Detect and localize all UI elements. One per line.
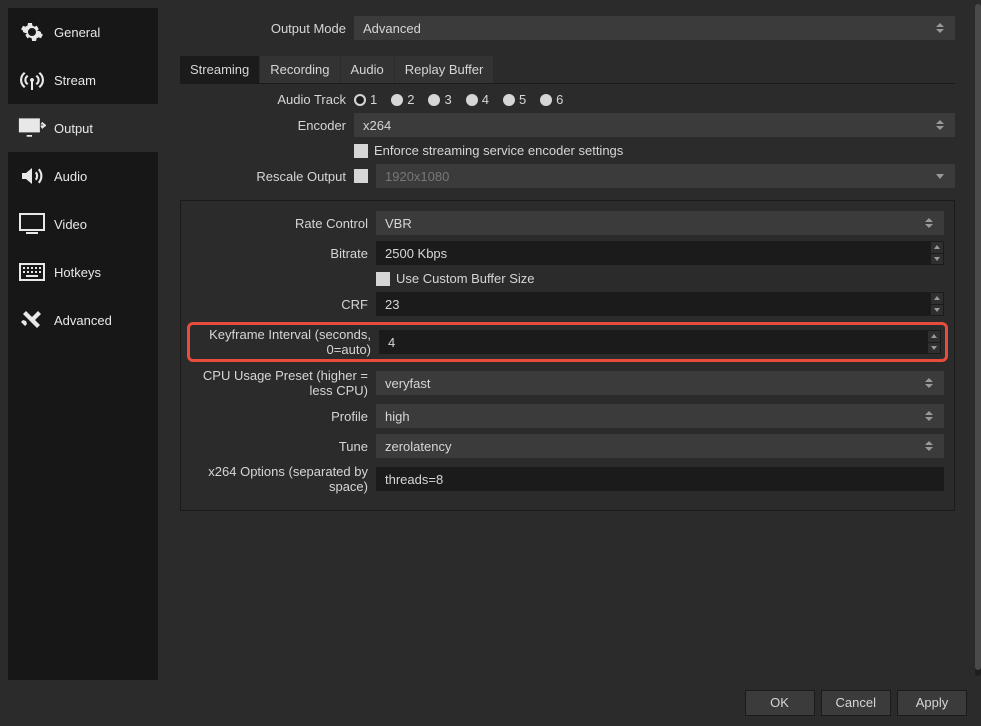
audio-track-radios: 1 2 3 4 5 6 <box>354 92 563 107</box>
tab-replay-buffer[interactable]: Replay Buffer <box>395 56 494 83</box>
output-tabs: Streaming Recording Audio Replay Buffer <box>180 56 955 84</box>
scrollbar-thumb[interactable] <box>975 4 981 670</box>
rescale-value: 1920x1080 <box>385 169 449 184</box>
monitor-out-icon <box>18 116 46 140</box>
tune-label: Tune <box>181 439 376 454</box>
x264-opts-label: x264 Options (separated by space) <box>181 464 376 494</box>
audio-track-5[interactable]: 5 <box>503 92 526 107</box>
sidebar-item-label: Video <box>54 217 87 232</box>
bitrate-spinner[interactable] <box>930 241 944 265</box>
chevron-down-icon <box>934 174 946 179</box>
tab-recording[interactable]: Recording <box>260 56 339 83</box>
crf-input[interactable]: 23 <box>376 292 930 316</box>
audio-track-3[interactable]: 3 <box>428 92 451 107</box>
encoder-select[interactable]: x264 <box>354 113 955 137</box>
sidebar-item-hotkeys[interactable]: Hotkeys <box>8 248 158 296</box>
rate-control-select[interactable]: VBR <box>376 211 944 235</box>
encoder-settings-panel: Rate Control VBR Bitrate 2500 Kbps <box>180 200 955 511</box>
output-mode-select[interactable]: Advanced <box>354 16 955 40</box>
tune-select[interactable]: zerolatency <box>376 434 944 458</box>
audio-track-1[interactable]: 1 <box>354 92 377 107</box>
rescale-select[interactable]: 1920x1080 <box>376 164 955 188</box>
crf-label: CRF <box>181 297 376 312</box>
apply-button[interactable]: Apply <box>897 690 967 716</box>
sidebar-item-label: Stream <box>54 73 96 88</box>
updown-icon <box>923 411 935 421</box>
tools-icon <box>18 308 46 332</box>
tab-streaming[interactable]: Streaming <box>180 56 259 83</box>
updown-icon <box>923 441 935 451</box>
speaker-icon <box>18 164 46 188</box>
keyframe-input[interactable]: 4 <box>379 330 927 354</box>
bitrate-label: Bitrate <box>181 246 376 261</box>
enforce-label: Enforce streaming service encoder settin… <box>374 143 623 158</box>
audio-track-2[interactable]: 2 <box>391 92 414 107</box>
main-panel: Output Mode Advanced Streaming Recording… <box>158 8 973 680</box>
keyframe-highlight: Keyframe Interval (seconds, 0=auto) 4 <box>187 322 948 362</box>
encoder-value: x264 <box>363 118 391 133</box>
updown-icon <box>923 378 935 388</box>
footer: OK Cancel Apply <box>0 680 981 726</box>
sidebar-item-label: Audio <box>54 169 87 184</box>
sidebar: General Stream Output Audio Video Hotkey… <box>8 8 158 680</box>
rescale-checkbox[interactable] <box>354 169 368 183</box>
gear-icon <box>18 20 46 44</box>
cpu-preset-select[interactable]: veryfast <box>376 371 944 395</box>
rescale-label: Rescale Output <box>180 169 354 184</box>
updown-icon <box>934 120 946 130</box>
ok-button[interactable]: OK <box>745 690 815 716</box>
updown-icon <box>923 218 935 228</box>
sidebar-item-label: General <box>54 25 100 40</box>
crf-spinner[interactable] <box>930 292 944 316</box>
keyboard-icon <box>18 260 46 284</box>
updown-icon <box>934 23 946 33</box>
audio-track-label: Audio Track <box>180 92 354 107</box>
keyframe-label: Keyframe Interval (seconds, 0=auto) <box>190 327 379 357</box>
cpu-preset-label: CPU Usage Preset (higher = less CPU) <box>181 368 376 398</box>
sidebar-item-label: Advanced <box>54 313 112 328</box>
sidebar-item-label: Hotkeys <box>54 265 101 280</box>
rate-control-label: Rate Control <box>181 216 376 231</box>
bitrate-input[interactable]: 2500 Kbps <box>376 241 930 265</box>
profile-select[interactable]: high <box>376 404 944 428</box>
sidebar-item-audio[interactable]: Audio <box>8 152 158 200</box>
encoder-label: Encoder <box>180 118 354 133</box>
sidebar-item-video[interactable]: Video <box>8 200 158 248</box>
sidebar-item-advanced[interactable]: Advanced <box>8 296 158 344</box>
audio-track-6[interactable]: 6 <box>540 92 563 107</box>
sidebar-item-output[interactable]: Output <box>8 104 158 152</box>
sidebar-item-label: Output <box>54 121 93 136</box>
enforce-checkbox[interactable] <box>354 144 368 158</box>
audio-track-4[interactable]: 4 <box>466 92 489 107</box>
sidebar-item-general[interactable]: General <box>8 8 158 56</box>
sidebar-item-stream[interactable]: Stream <box>8 56 158 104</box>
custom-buffer-label: Use Custom Buffer Size <box>396 271 534 286</box>
tab-audio[interactable]: Audio <box>341 56 394 83</box>
antenna-icon <box>18 68 46 92</box>
keyframe-spinner[interactable] <box>927 330 941 354</box>
monitor-icon <box>18 212 46 236</box>
scrollbar[interactable] <box>973 0 981 680</box>
output-mode-value: Advanced <box>363 21 421 36</box>
profile-label: Profile <box>181 409 376 424</box>
custom-buffer-checkbox[interactable] <box>376 272 390 286</box>
x264-opts-input[interactable]: threads=8 <box>376 467 944 491</box>
output-mode-label: Output Mode <box>180 21 354 36</box>
cancel-button[interactable]: Cancel <box>821 690 891 716</box>
